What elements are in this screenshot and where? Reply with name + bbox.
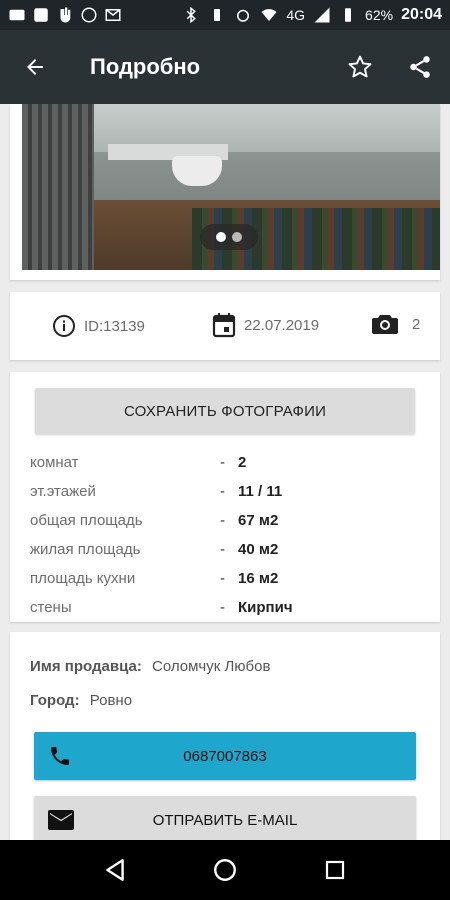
email-icon [48, 810, 74, 830]
property-dash: - [220, 483, 225, 500]
status-bar: 4G 62% 20:04 [0, 0, 450, 30]
properties-list: комнат - 2 эт.этажей - 11 / 11 общая пло… [30, 448, 430, 622]
seller-city-value: Ровно [89, 692, 133, 709]
square-recents-icon [325, 860, 345, 880]
nav-recents-button[interactable] [311, 846, 359, 894]
property-value: 67 м2 [238, 512, 279, 529]
star-outline-icon [348, 55, 372, 78]
wifi-icon [260, 6, 278, 24]
nav-back-button[interactable] [91, 846, 139, 894]
mail-icon [8, 6, 26, 24]
seller-city-label: Город: [30, 692, 80, 709]
photo-pager-indicator [200, 224, 258, 250]
property-dash: - [220, 599, 225, 616]
save-photos-button[interactable]: СОХРАНИТЬ ФОТОГРАФИИ [35, 388, 415, 434]
property-value: 2 [238, 454, 247, 471]
status-bar-notifications [8, 6, 122, 24]
share-button[interactable] [390, 30, 450, 104]
app-bar-actions [330, 30, 450, 104]
triangle-back-icon [106, 859, 124, 881]
seller-name-row: Имя продавца: Соломчук Любов [30, 658, 270, 675]
property-label: общая площадь [30, 512, 143, 529]
call-button[interactable]: 0687007863 [34, 732, 416, 780]
hand-icon [56, 6, 74, 24]
property-dash: - [220, 570, 225, 587]
pager-dot-active [216, 232, 226, 242]
property-row-living-area: жилая площадь - 40 м2 [30, 535, 430, 564]
pager-dot [232, 232, 242, 242]
clock: 20:04 [401, 6, 442, 23]
property-label: площадь кухни [30, 570, 136, 587]
seller-name-label: Имя продавца: [30, 658, 142, 675]
property-value: 16 м2 [238, 570, 279, 587]
send-email-label: ОТПРАВИТЬ E-MAIL [152, 811, 298, 829]
photo-count-text: 2 [412, 315, 421, 333]
property-row-rooms: комнат - 2 [30, 448, 430, 477]
system-nav-bar [0, 840, 450, 900]
property-row-walls: стены - Кирпич [30, 593, 430, 622]
property-row-total-area: общая площадь - 67 м2 [30, 506, 430, 535]
network-type: 4G [286, 7, 306, 23]
property-value: 11 / 11 [238, 483, 283, 500]
page-title: Подробно [90, 54, 201, 79]
calendar-icon [212, 313, 236, 338]
viber-icon [80, 6, 98, 24]
property-label: эт.этажей [30, 483, 96, 500]
listing-date: 22.07.2019 [212, 312, 319, 338]
content-scroll[interactable]: ID:13139 22.07.2019 2 СОХРАНИТЬ ФОТОГРАФ… [0, 104, 450, 840]
seller-name-value: Соломчук Любов [151, 658, 271, 675]
listing-date-text: 22.07.2019 [244, 316, 320, 334]
back-button[interactable] [0, 30, 70, 104]
seller-card: Имя продавца: Соломчук Любов Город: Ровн… [10, 632, 440, 840]
info-icon [53, 315, 75, 337]
arrow-back-icon [27, 59, 43, 75]
circle-home-icon [214, 859, 236, 881]
property-dash: - [220, 454, 225, 471]
photo-count: 2 [372, 312, 420, 336]
vibrate-icon [208, 6, 226, 24]
send-email-button[interactable]: ОТПРАВИТЬ E-MAIL [34, 796, 416, 840]
call-button-label: 0687007863 [183, 747, 267, 765]
property-row-kitchen-area: площадь кухни - 16 м2 [30, 564, 430, 593]
property-row-floors: эт.этажей - 11 / 11 [30, 477, 430, 506]
apartment-photo[interactable] [22, 104, 440, 270]
photo-icon [32, 6, 50, 24]
battery-icon [339, 6, 357, 24]
nav-home-button[interactable] [201, 846, 249, 894]
details-card: СОХРАНИТЬ ФОТОГРАФИИ комнат - 2 эт.этаже… [10, 372, 440, 622]
property-dash: - [220, 512, 225, 529]
property-value: Кирпич [238, 599, 293, 616]
alarm-icon [234, 6, 252, 24]
property-label: стены [30, 599, 72, 616]
property-dash: - [220, 541, 225, 558]
photo-card [10, 104, 440, 280]
camera-icon [372, 315, 398, 334]
favorite-button[interactable] [330, 30, 390, 104]
property-label: комнат [30, 454, 79, 471]
property-label: жилая площадь [30, 541, 141, 558]
seller-city-row: Город: Ровно [30, 692, 132, 709]
property-value: 40 м2 [238, 541, 279, 558]
battery-level: 62% [365, 7, 394, 23]
gmail-icon [104, 6, 122, 24]
bluetooth-icon [182, 6, 200, 24]
info-card: ID:13139 22.07.2019 2 [10, 292, 440, 360]
phone-icon [51, 747, 69, 765]
signal-icon [313, 6, 331, 24]
listing-id-text: ID:13139 [84, 317, 145, 335]
status-bar-system: 4G 62% 20:04 [182, 6, 442, 24]
share-icon [410, 56, 430, 78]
app-bar: Подробно [0, 30, 450, 104]
listing-id: ID:13139 [52, 314, 145, 338]
